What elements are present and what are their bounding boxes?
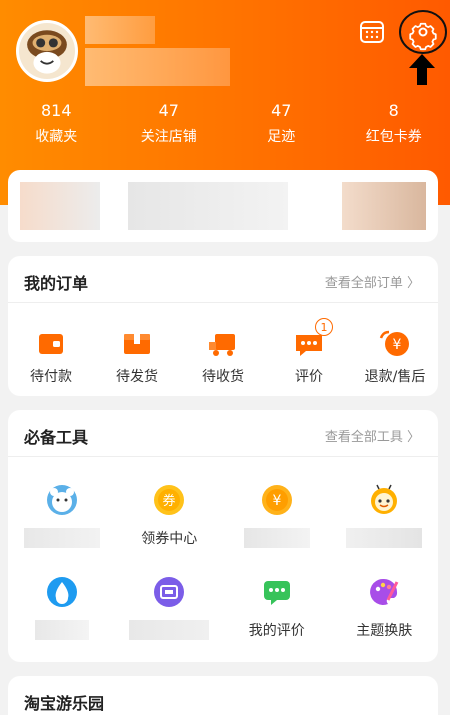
tool-label: 我的评价 [248, 623, 305, 639]
user-info-blurred [85, 48, 230, 86]
tools-row-1: 券 领券中心 ¥ [8, 484, 438, 548]
order-label: 待发货 [116, 369, 158, 385]
chat-icon [261, 576, 293, 608]
svg-text:¥: ¥ [393, 337, 402, 353]
calendar-icon[interactable] [358, 18, 386, 46]
order-to-review[interactable]: 1 评价 [266, 318, 352, 386]
stat-favorites[interactable]: 814 收藏夹 [0, 98, 113, 158]
blurred-content [20, 182, 100, 230]
divider [8, 302, 438, 303]
comment-icon: 1 [293, 318, 333, 360]
username-blurred [85, 16, 155, 44]
park-title: 淘宝游乐园 [24, 694, 105, 713]
tool-item[interactable] [116, 576, 224, 640]
stat-value: 814 [40, 101, 72, 120]
tools-card: 必备工具 查看全部工具 〉 券 领券中心 ¥ 我的评价 主题换肤 [8, 410, 438, 662]
tool-item[interactable] [331, 484, 439, 548]
stat-value: 47 [271, 101, 292, 120]
blurred-label [243, 528, 310, 548]
bear-icon [46, 484, 78, 516]
blurred-label [346, 528, 423, 548]
divider [8, 456, 438, 457]
tool-item[interactable]: 我的评价 [223, 576, 331, 640]
palette-icon [368, 576, 400, 608]
blurred-label [34, 620, 89, 640]
order-label: 待收货 [202, 369, 244, 385]
wallet-purple-icon [153, 576, 185, 608]
wallet-icon [35, 328, 67, 360]
tools-title: 必备工具 [24, 428, 89, 447]
stat-label: 足迹 [267, 129, 296, 145]
tool-item[interactable]: 券 领券中心 [116, 484, 224, 548]
stat-value: 47 [158, 101, 179, 120]
bee-icon [368, 484, 400, 516]
tool-item[interactable] [8, 576, 116, 640]
stat-label: 关注店铺 [140, 129, 197, 145]
view-all-orders-link[interactable]: 查看全部订单 〉 [325, 272, 420, 291]
blurred-content [342, 182, 426, 230]
stat-followed-shops[interactable]: 47 关注店铺 [113, 98, 226, 158]
annotation-arrow-icon [408, 52, 436, 86]
order-label: 待付款 [30, 369, 72, 385]
stat-label: 红包卡券 [365, 129, 422, 145]
stat-value: 8 [388, 101, 399, 120]
svg-text:券: 券 [163, 493, 176, 509]
box-icon [121, 328, 153, 360]
order-status-row: 待付款 待发货 待收货 1 评价 ¥ 退款/售后 [8, 318, 438, 386]
tool-label: 领券中心 [141, 531, 198, 547]
water-drop-icon [46, 576, 78, 608]
order-pending-receipt[interactable]: 待收货 [180, 328, 266, 386]
order-pending-shipment[interactable]: 待发货 [94, 328, 180, 386]
truck-icon [207, 328, 239, 360]
tool-item[interactable]: ¥ [223, 484, 331, 548]
orders-card: 我的订单 查看全部订单 〉 待付款 待发货 待收货 1 评价 ¥ 退款/售后 [8, 256, 438, 396]
stat-footprints[interactable]: 47 足迹 [225, 98, 338, 158]
order-pending-payment[interactable]: 待付款 [8, 328, 94, 386]
view-all-tools-link[interactable]: 查看全部工具 〉 [325, 426, 420, 445]
stat-label: 收藏夹 [35, 129, 78, 145]
taobao-park-card[interactable]: 淘宝游乐园 [8, 676, 438, 715]
yen-coin-icon: ¥ [261, 484, 293, 516]
blurred-content [128, 182, 288, 230]
coupon-icon: 券 [153, 484, 185, 516]
stats-bar: 814 收藏夹 47 关注店铺 47 足迹 8 红包卡券 [0, 98, 450, 158]
svg-text:¥: ¥ [272, 493, 281, 509]
blurred-label [129, 620, 210, 640]
settings-gear-icon[interactable] [398, 8, 448, 56]
tool-label: 主题换肤 [356, 623, 413, 639]
order-refund[interactable]: ¥ 退款/售后 [352, 328, 438, 386]
blurred-label [23, 528, 100, 548]
tool-item[interactable]: 主题换肤 [331, 576, 439, 640]
order-label: 评价 [295, 369, 323, 385]
stat-coupons[interactable]: 8 红包卡券 [338, 98, 450, 158]
review-count-badge: 1 [315, 318, 333, 336]
refund-icon: ¥ [379, 328, 411, 360]
tools-row-2: 我的评价 主题换肤 [8, 576, 438, 640]
orders-title: 我的订单 [24, 274, 89, 293]
tool-item[interactable] [8, 484, 116, 548]
user-avatar[interactable] [16, 20, 78, 82]
order-label: 退款/售后 [364, 369, 426, 385]
membership-card[interactable] [8, 170, 438, 242]
